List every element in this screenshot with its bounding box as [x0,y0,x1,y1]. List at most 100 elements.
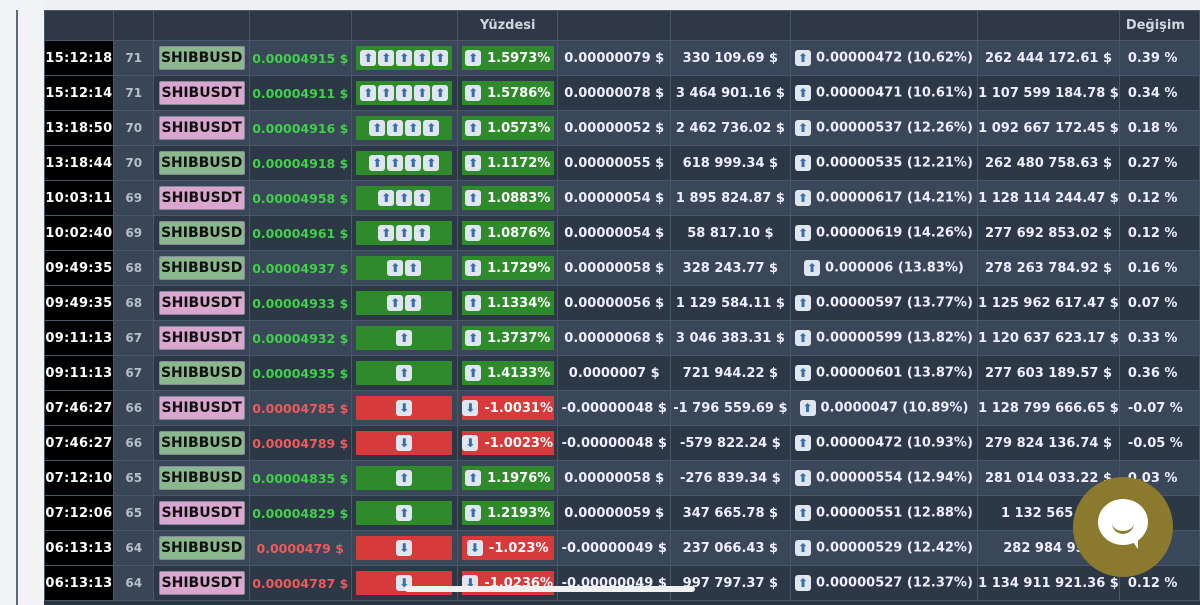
col-volume[interactable] [670,10,791,41]
price-cell: 0.00004787 $ [248,565,352,601]
symbol-badge[interactable]: SHIBUSDT [158,326,245,350]
table-row[interactable]: 10:03:11 69 SHIBUSDT 0.00004958 $ ⬆ ⬆ ⬆ ⬆ 1… [44,180,1200,216]
arrow-up-icon: ⬆ [794,575,811,591]
symbol-badge[interactable]: SHIBUSDT [158,396,245,420]
table-row[interactable]: 09:49:35 68 SHIBUSDT 0.00004933 $ ⬆ ⬆ ⬆ 1.… [44,285,1200,321]
symbol-badge[interactable]: SHIBUSDT [158,186,245,210]
table-row[interactable]: 06:13:13 64 SHIBBUSD 0.0000479 $ ⬇ ⬇ -1.0… [44,530,1200,566]
col-arrows[interactable] [350,10,458,41]
table-row[interactable]: 15:12:18 71 SHIBBUSD 0.00004915 $ ⬆ ⬆ ⬆ ⬆ ⬆ … [44,40,1200,76]
percent-value: -1.0023% [484,435,553,451]
min-cell: ⬆ 0.00000554 (12.94%) [789,460,979,496]
percent-badge: ⬇ -1.0031% [461,396,554,420]
col-change[interactable]: Değişim [1118,10,1200,41]
change-cell: 0.36 % [1118,355,1200,391]
signal-table: Yüzdesi Değişim 15:12:18 71 SHIBBUSD 0.0… [44,10,1200,601]
arrow-up-icon: ⬆ [423,155,440,171]
min-percent: (10.62%) [906,50,973,66]
table-row[interactable]: 13:18:50 70 SHIBUSDT 0.00004916 $ ⬆ ⬆ ⬆ ⬆ ⬆… [44,110,1200,146]
volume-cell: 1 129 584.11 $ [670,285,791,321]
min-value: 0.00000472 [815,50,903,66]
price-cell: 0.00004911 $ [248,75,352,111]
strength-bar: ⬆ ⬆ ⬆ [356,221,453,245]
table-row[interactable]: 09:49:35 68 SHIBBUSD 0.00004937 $ ⬆ ⬆ ⬆ 1.… [44,250,1200,286]
symbol-badge[interactable]: SHIBBUSD [158,536,245,560]
symbol-badge[interactable]: SHIBBUSD [158,361,245,385]
arrow-up-icon: ⬆ [465,365,482,381]
strength-bar: ⬆ ⬆ [356,256,453,280]
table-row[interactable]: 07:46:27 66 SHIBBUSD 0.00004789 $ ⬇ ⬇ -1.… [44,425,1200,461]
strength-bar: ⬇ [356,536,453,560]
left-margin [0,0,44,605]
percent-badge: ⬇ -1.0023% [461,431,554,455]
change-cell: 0.33 % [1118,320,1200,356]
time-cell: 10:02:40 [44,215,114,251]
arrow-up-icon: ⬆ [794,85,811,101]
col-min[interactable] [789,10,979,41]
symbol-badge[interactable]: SHIBUSDT [158,571,245,595]
percent-badge: ⬆ 1.4133% [461,361,554,385]
min-value: 0.00000619 [815,225,903,241]
percent-cell: ⬇ -1.0031% [456,390,559,426]
total-cell: 1 128 114 244.47 $ [977,180,1120,216]
symbol-badge[interactable]: SHIBUSDT [158,291,245,315]
percent-badge: ⬆ 1.5973% [461,46,554,70]
arrow-down-icon: ⬇ [462,435,479,451]
col-total[interactable] [977,10,1120,41]
volume-cell: 3 046 383.31 $ [670,320,791,356]
symbol-cell: SHIBBUSD [153,215,250,251]
total-cell: 277 692 853.02 $ [977,215,1120,251]
percent-cell: ⬆ 1.5786% [456,75,559,111]
time-cell: 06:13:13 [44,530,114,566]
table-row[interactable]: 10:02:40 69 SHIBBUSD 0.00004961 $ ⬆ ⬆ ⬆ ⬆ 1… [44,215,1200,251]
percent-cell: ⬇ -1.023% [456,530,559,566]
symbol-badge[interactable]: SHIBBUSD [158,151,245,175]
col-price[interactable] [248,10,352,41]
volume-cell: 347 665.78 $ [670,495,791,531]
col-time[interactable] [44,10,114,41]
min-cell: ⬆ 0.000006 (13.83%) [789,250,979,286]
home-indicator[interactable] [405,586,695,592]
percent-value: 1.0876% [487,225,551,241]
arrows-cell: ⬆ ⬆ ⬆ ⬆ ⬆ [350,75,458,111]
min-value: 0.00000529 [815,540,903,556]
arrows-cell: ⬆ [350,460,458,496]
min-percent: (12.94%) [906,470,973,486]
symbol-cell: SHIBBUSD [153,355,250,391]
symbol-badge[interactable]: SHIBBUSD [158,466,245,490]
strength-bar: ⬆ ⬆ ⬆ ⬆ ⬆ [356,81,453,105]
symbol-badge[interactable]: SHIBBUSD [158,256,245,280]
time-cell: 07:46:27 [44,425,114,461]
symbol-badge[interactable]: SHIBUSDT [158,81,245,105]
symbol-cell: SHIBUSDT [153,320,250,356]
arrow-up-icon: ⬆ [405,295,422,311]
table-row[interactable]: 13:18:44 70 SHIBBUSD 0.00004918 $ ⬆ ⬆ ⬆ ⬆ ⬆… [44,145,1200,181]
table-row[interactable]: 09:11:13 67 SHIBBUSD 0.00004935 $ ⬆ ⬆ 1.4… [44,355,1200,391]
arrow-up-icon: ⬆ [414,85,431,101]
min-cell: ⬆ 0.00000527 (12.37%) [789,565,979,601]
col-count[interactable] [112,10,155,41]
symbol-badge[interactable]: SHIBBUSD [158,46,245,70]
percent-value: 1.0883% [487,190,551,206]
diff-cell: -0.00000048 $ [557,390,672,426]
symbol-badge[interactable]: SHIBBUSD [158,221,245,245]
col-symbol[interactable] [153,10,250,41]
table-row[interactable]: 09:11:13 67 SHIBUSDT 0.00004932 $ ⬆ ⬆ 1.3… [44,320,1200,356]
arrow-up-icon: ⬆ [794,190,811,206]
table-row[interactable]: 07:12:10 65 SHIBBUSD 0.00004835 $ ⬆ ⬆ 1.1… [44,460,1200,496]
diff-cell: 0.0000007 $ [557,355,672,391]
col-percent[interactable]: Yüzdesi [456,10,559,41]
arrow-up-icon: ⬆ [465,225,482,241]
arrow-up-icon: ⬆ [387,155,404,171]
symbol-badge[interactable]: SHIBUSDT [158,501,245,525]
table-row[interactable]: 06:13:13 64 SHIBUSDT 0.00004787 $ ⬇ ⬇ -1.… [44,565,1200,601]
symbol-badge[interactable]: SHIBBUSD [158,431,245,455]
table-row[interactable]: 15:12:14 71 SHIBUSDT 0.00004911 $ ⬆ ⬆ ⬆ ⬆ ⬆ … [44,75,1200,111]
chat-button[interactable] [1073,477,1173,577]
table-row[interactable]: 07:12:06 65 SHIBUSDT 0.00004829 $ ⬆ ⬆ 1.2… [44,495,1200,531]
change-cell: 0.18 % [1118,110,1200,146]
symbol-badge[interactable]: SHIBUSDT [158,116,245,140]
col-diff[interactable] [557,10,672,41]
table-row[interactable]: 07:46:27 66 SHIBUSDT 0.00004785 $ ⬇ ⬇ -1.… [44,390,1200,426]
strength-bar: ⬆ [356,466,453,490]
